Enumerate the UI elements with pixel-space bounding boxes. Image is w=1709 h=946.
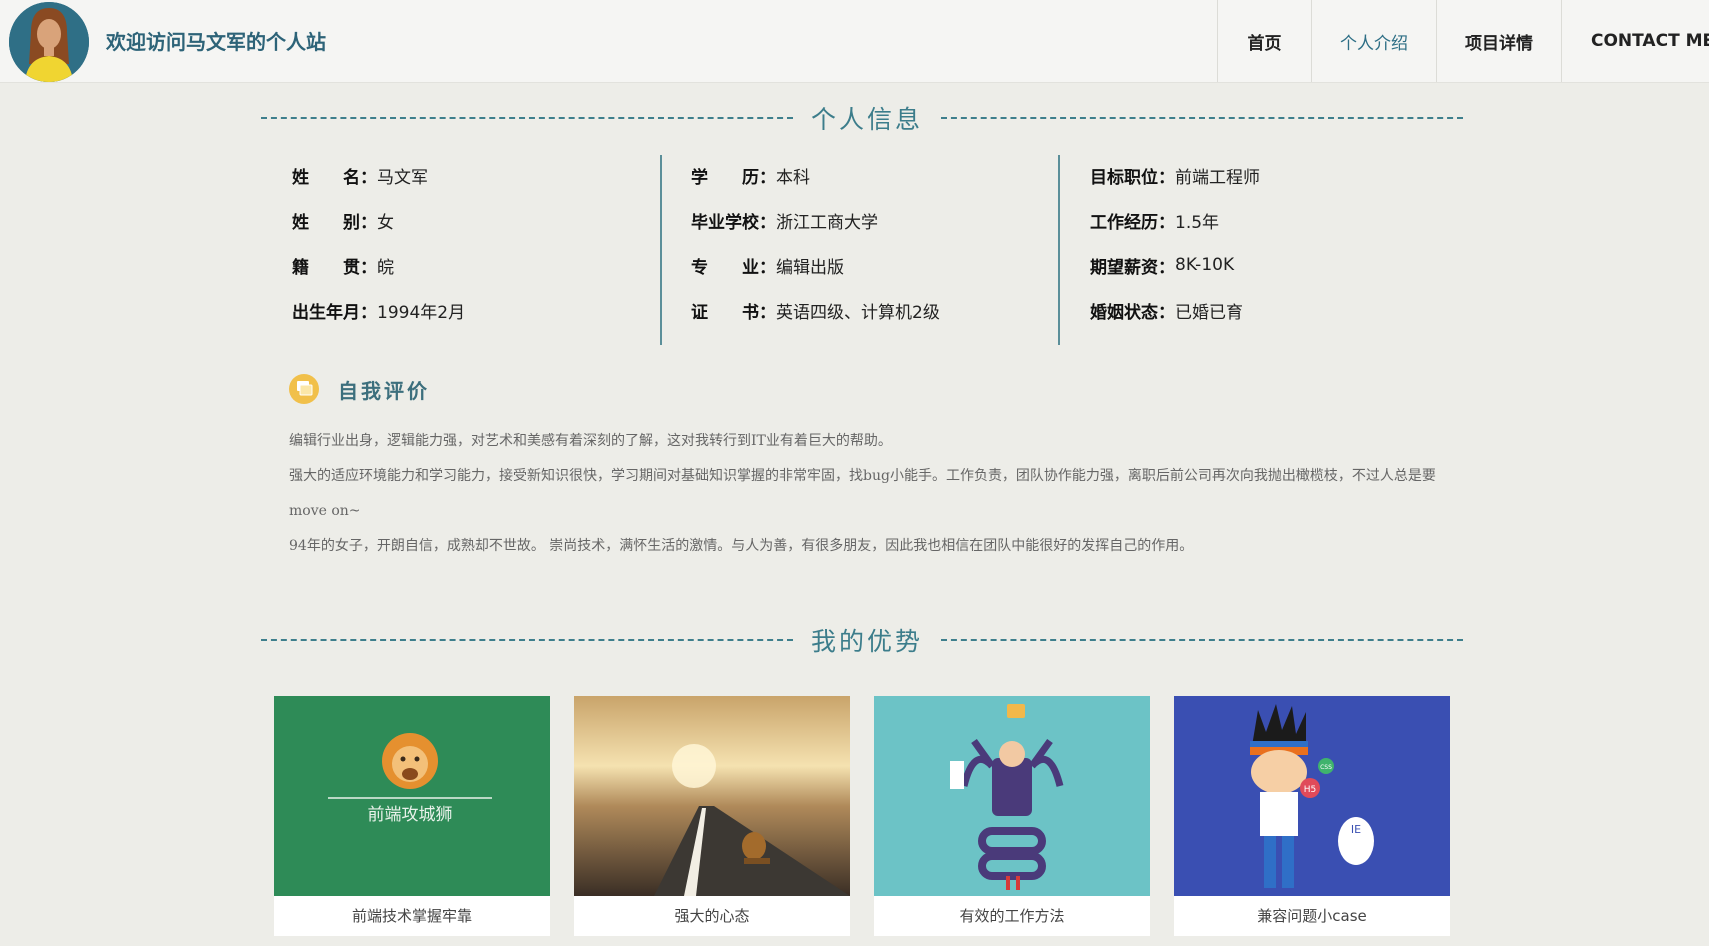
info-row: 婚姻状态： 已婚已育 (1090, 298, 1243, 323)
info-column-career: 目标职位： 前端工程师 工作经历： 1.5年 期望薪资： 8K-10K 婚姻状态… (1058, 155, 1460, 345)
info-row: 证 书： 英语四级、计算机2级 (691, 298, 940, 323)
info-label: 姓 名： (292, 167, 377, 188)
card-caption: 有效的工作方法 (959, 907, 1065, 925)
h5-badge-text: H5 (1304, 785, 1317, 795)
advantages-section-heading: 我的优势 (261, 622, 1463, 656)
info-value: 英语四级、计算机2级 (776, 302, 940, 323)
ie-badge-text: IE (1351, 823, 1361, 836)
info-label: 学 历： (691, 167, 776, 188)
info-row: 籍 贯： 皖 (292, 253, 394, 278)
card-caption: 前端技术掌握牢靠 (351, 907, 472, 925)
frontend-lion-image: 前端攻城狮 (274, 696, 550, 896)
info-label: 专 业： (691, 257, 776, 278)
top-header: 欢迎访问马文军的个人站 首页 个人介绍 项目详情 CONTACT ME (0, 0, 1709, 83)
advantages-heading: 我的优势 (810, 627, 923, 656)
evaluation-text: 编辑行业出身，逻辑能力强，对艺术和美感有着深刻的了解，这对我转行到IT业有着巨大… (289, 424, 1459, 564)
info-row: 学 历： 本科 (691, 163, 810, 188)
info-column-basic: 姓 名： 马文军 姓 别： 女 籍 贯： 皖 出生年月： 1994年2月 (292, 155, 660, 345)
info-row: 工作经历： 1.5年 (1090, 208, 1220, 233)
info-row: 姓 别： 女 (292, 208, 394, 233)
info-label: 籍 贯： (292, 257, 377, 278)
chat-icon (289, 374, 319, 404)
info-row: 出生年月： 1994年2月 (292, 298, 466, 323)
main-nav: 首页 个人介绍 项目详情 CONTACT ME (1217, 0, 1709, 82)
nav-contact[interactable]: CONTACT ME (1561, 0, 1709, 82)
advantage-card-compat[interactable]: H5 CSS IE 兼容问题小case (1174, 696, 1450, 936)
woman-avatar-icon (9, 2, 89, 82)
info-label: 姓 别： (292, 212, 377, 233)
info-label: 证 书： (691, 302, 776, 323)
nav-about[interactable]: 个人介绍 (1311, 0, 1436, 82)
info-label: 出生年月： (292, 302, 377, 323)
info-value: 编辑出版 (776, 257, 844, 278)
info-label: 工作经历： (1090, 212, 1175, 233)
avatar (9, 2, 89, 82)
info-value: 女 (377, 212, 394, 233)
evaluation-title: 自我评价 (338, 379, 430, 403)
info-value: 本科 (776, 167, 810, 188)
info-column-education: 学 历： 本科 毕业学校： 浙江工商大学 专 业： 编辑出版 证 书： 英语四级… (660, 155, 1060, 345)
nav-home[interactable]: 首页 (1217, 0, 1311, 82)
multitask-man-image (874, 696, 1150, 896)
dashed-divider (261, 639, 793, 641)
info-row: 专 业： 编辑出版 (691, 253, 844, 278)
advantage-card-frontend[interactable]: 前端攻城狮 前端技术掌握牢靠 (274, 696, 550, 936)
info-value: 已婚已育 (1175, 302, 1243, 323)
info-label: 目标职位： (1090, 167, 1175, 188)
dashed-divider (261, 117, 793, 119)
card-caption: 强大的心态 (674, 907, 750, 925)
info-value: 1994年2月 (377, 302, 466, 323)
card-caption: 兼容问题小case (1257, 907, 1367, 925)
info-value: 8K-10K (1175, 255, 1235, 275)
frontend-image-text: 前端攻城狮 (368, 805, 453, 825)
info-row: 目标职位： 前端工程师 (1090, 163, 1260, 188)
info-row: 毕业学校： 浙江工商大学 (691, 208, 878, 233)
evaluation-paragraph: 强大的适应环境能力和学习能力，接受新知识很快，学习期间对基础知识掌握的非常牢固，… (289, 468, 1436, 519)
info-value: 前端工程师 (1175, 167, 1260, 188)
evaluation-paragraph: 94年的女子，开朗自信，成熟却不世故。 崇尚技术，满怀生活的激情。与人为善，有很… (289, 538, 1194, 554)
info-value: 皖 (377, 257, 394, 278)
advantage-card-method[interactable]: 有效的工作方法 (874, 696, 1150, 936)
dashed-divider (941, 639, 1463, 641)
nav-projects[interactable]: 项目详情 (1436, 0, 1561, 82)
info-section-heading: 个人信息 (261, 100, 1463, 134)
info-label: 婚姻状态： (1090, 302, 1175, 323)
info-row: 姓 名： 马文军 (292, 163, 428, 188)
css-badge-text: CSS (1320, 764, 1332, 771)
info-label: 期望薪资： (1090, 257, 1175, 278)
coder-boy-image: H5 CSS IE (1174, 696, 1450, 896)
info-heading: 个人信息 (810, 105, 923, 134)
dashed-divider (941, 117, 1463, 119)
advantage-card-mindset[interactable]: 强大的心态 (574, 696, 850, 936)
snail-road-image (574, 696, 850, 896)
info-row: 期望薪资： 8K-10K (1090, 253, 1235, 278)
info-label: 毕业学校： (691, 212, 776, 233)
evaluation-paragraph: 编辑行业出身，逻辑能力强，对艺术和美感有着深刻的了解，这对我转行到IT业有着巨大… (289, 433, 892, 449)
site-title: 欢迎访问马文军的个人站 (106, 30, 326, 54)
info-value: 1.5年 (1175, 212, 1220, 233)
info-value: 马文军 (377, 167, 428, 188)
info-value: 浙江工商大学 (776, 212, 878, 233)
